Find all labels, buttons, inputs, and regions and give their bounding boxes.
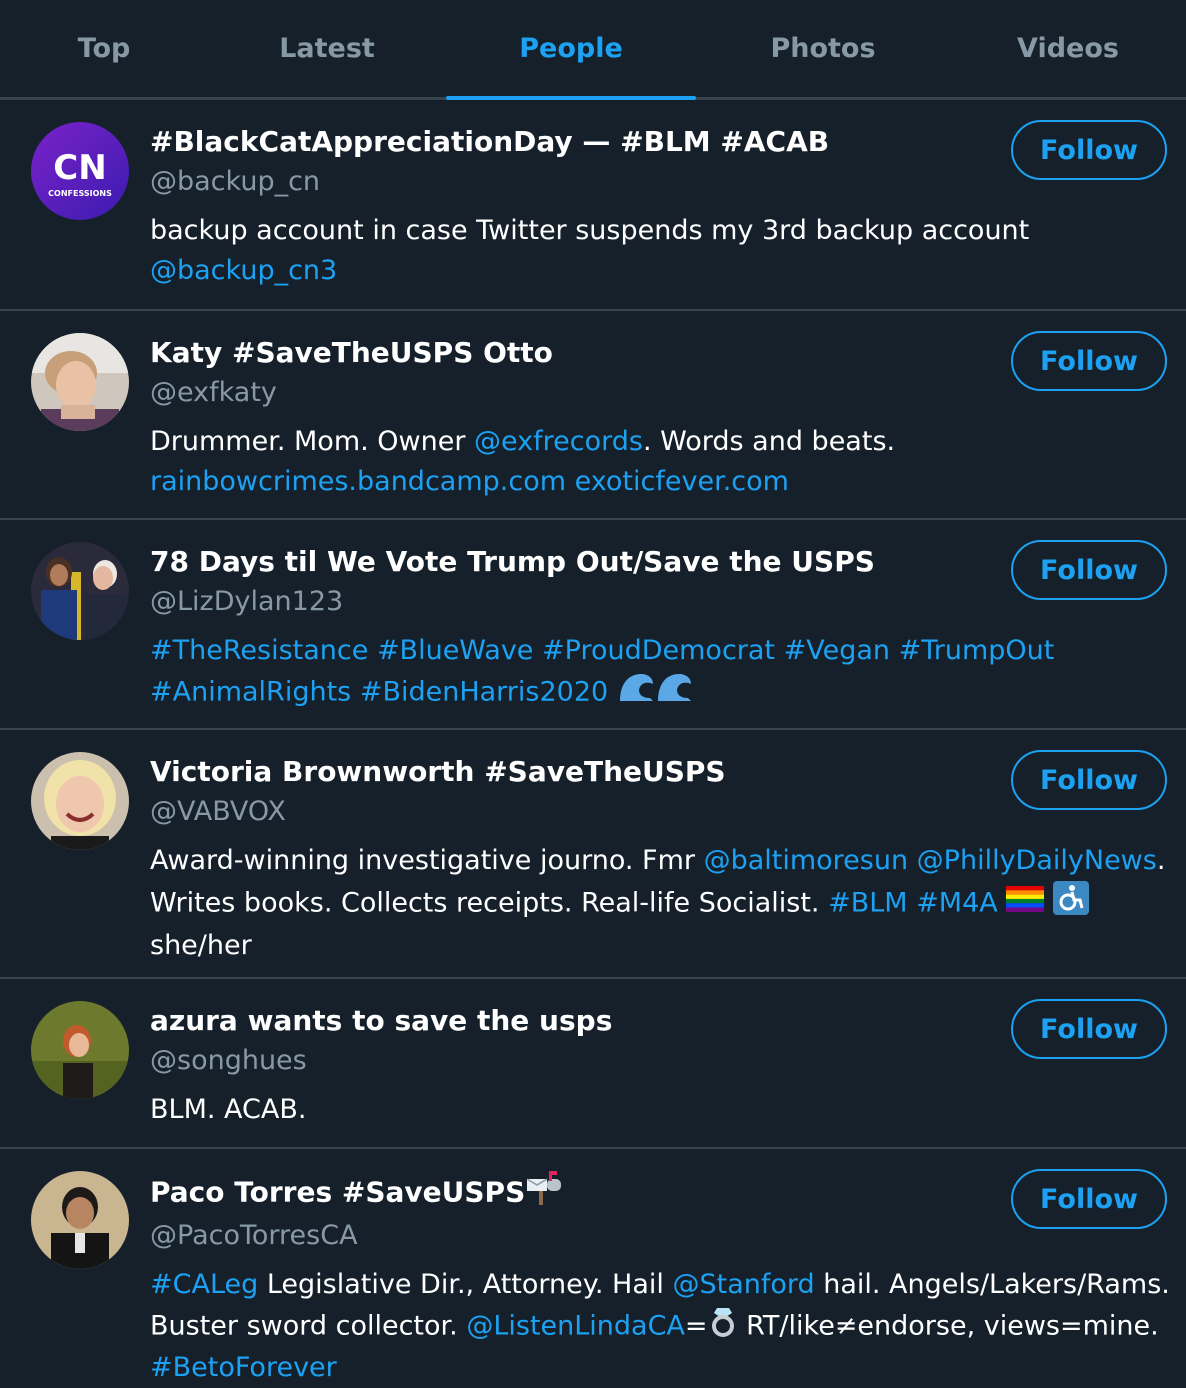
user-bio: Award-winning investigative journo. Fmr …: [150, 845, 1166, 961]
hashtag-link[interactable]: #TrumpOut: [899, 635, 1055, 666]
mention-link[interactable]: @baltimoresun: [704, 845, 909, 876]
hashtag-link[interactable]: #BidenHarris2020: [360, 676, 608, 707]
user-handle[interactable]: @LizDylan123: [150, 582, 1150, 621]
user-handle[interactable]: @VABVOX: [150, 792, 1150, 831]
mention-link[interactable]: @Stanford: [672, 1269, 814, 1300]
user-info: Katy #SaveTheUSPS Otto @exfkaty Drummer.…: [150, 333, 1150, 501]
avatar[interactable]: [31, 333, 129, 431]
mention-link[interactable]: @ListenLindaCA: [466, 1310, 685, 1341]
hashtag-link[interactable]: #TheResistance: [150, 635, 368, 666]
mention-link[interactable]: @PhillyDailyNews: [917, 845, 1157, 876]
follow-button[interactable]: Follow: [1011, 1169, 1167, 1229]
follow-button[interactable]: Follow: [1011, 540, 1167, 600]
wheelchair-icon: [1052, 880, 1089, 927]
hashtag-link[interactable]: #AnimalRights: [150, 676, 351, 707]
tab-people[interactable]: People: [446, 0, 696, 100]
hashtag-link[interactable]: #Vegan: [784, 635, 890, 666]
rainbow-flag-icon: [1006, 884, 1045, 924]
mention-link[interactable]: @backup_cn3: [150, 255, 337, 286]
user-row[interactable]: azura wants to save the usps @songhues B…: [0, 979, 1186, 1149]
follow-button[interactable]: Follow: [1011, 999, 1167, 1059]
user-handle[interactable]: @backup_cn: [150, 162, 1150, 201]
user-handle[interactable]: @PacoTorresCA: [150, 1216, 1150, 1255]
hashtag-link[interactable]: #M4A: [916, 887, 998, 918]
user-info: Victoria Brownworth #SaveTheUSPS @VABVOX…: [150, 752, 1166, 966]
ring-icon: [708, 1305, 738, 1349]
avatar[interactable]: CN CONFESSIONS: [31, 122, 129, 220]
user-bio: backup account in case Twitter suspends …: [150, 215, 1030, 286]
user-row[interactable]: Victoria Brownworth #SaveTheUSPS @VABVOX…: [0, 730, 1186, 979]
tab-videos[interactable]: Videos: [950, 0, 1186, 97]
tab-photos[interactable]: Photos: [696, 0, 950, 97]
user-bio: Drummer. Mom. Owner @exfrecords. Words a…: [150, 426, 896, 497]
hashtag-link[interactable]: #BlueWave: [377, 635, 533, 666]
user-row[interactable]: Paco Torres #SaveUSPS @PacoTorresCA #CAL…: [0, 1149, 1186, 1383]
mention-link[interactable]: @exfrecords: [474, 426, 643, 457]
user-name[interactable]: #BlackCatAppreciationDay — #BLM #ACAB: [150, 122, 1150, 162]
hashtag-link[interactable]: #BetoForever: [150, 1352, 337, 1383]
avatar[interactable]: [31, 1171, 129, 1269]
follow-button[interactable]: Follow: [1011, 331, 1167, 391]
user-row[interactable]: Katy #SaveTheUSPS Otto @exfkaty Drummer.…: [0, 311, 1186, 520]
user-info: azura wants to save the usps @songhues B…: [150, 1001, 1150, 1130]
user-bio: BLM. ACAB.: [150, 1094, 307, 1125]
hashtag-link[interactable]: #BLM: [828, 887, 907, 918]
tab-top[interactable]: Top: [0, 0, 208, 97]
avatar[interactable]: [31, 542, 129, 640]
hashtag-link[interactable]: #ProudDemocrat: [542, 635, 775, 666]
user-info: 78 Days til We Vote Trump Out/Save the U…: [150, 542, 1150, 714]
search-tabs: Top Latest People Photos Videos: [0, 0, 1186, 100]
avatar[interactable]: [31, 1001, 129, 1099]
url-link[interactable]: rainbowcrimes.bandcamp.com: [150, 466, 566, 497]
user-bio: #TheResistance #BlueWave #ProudDemocrat …: [150, 631, 1150, 714]
user-row[interactable]: CN CONFESSIONS #BlackCatAppreciationDay …: [0, 100, 1186, 311]
user-handle[interactable]: @songhues: [150, 1041, 1150, 1080]
user-name[interactable]: Katy #SaveTheUSPS Otto: [150, 333, 1150, 373]
follow-button[interactable]: Follow: [1011, 120, 1167, 180]
svg-text:CN: CN: [53, 148, 106, 188]
user-info: #BlackCatAppreciationDay — #BLM #ACAB @b…: [150, 122, 1150, 290]
user-row[interactable]: 78 Days til We Vote Trump Out/Save the U…: [0, 520, 1186, 730]
follow-button[interactable]: Follow: [1011, 750, 1167, 810]
svg-text:CONFESSIONS: CONFESSIONS: [48, 189, 112, 198]
user-name[interactable]: 78 Days til We Vote Trump Out/Save the U…: [150, 542, 1150, 582]
mailbox-icon: [525, 1171, 563, 1216]
user-info: Paco Torres #SaveUSPS @PacoTorresCA #CAL…: [150, 1171, 1170, 1388]
avatar[interactable]: [31, 752, 129, 850]
user-bio: #CALeg Legislative Dir., Attorney. Hail …: [150, 1269, 1170, 1383]
user-name[interactable]: azura wants to save the usps: [150, 1001, 1150, 1041]
tab-latest[interactable]: Latest: [208, 0, 446, 97]
user-name[interactable]: Victoria Brownworth #SaveTheUSPS: [150, 752, 1150, 792]
user-handle[interactable]: @exfkaty: [150, 373, 1150, 412]
hashtag-link[interactable]: #CALeg: [150, 1269, 258, 1300]
user-name[interactable]: Paco Torres #SaveUSPS: [150, 1171, 1150, 1216]
url-link[interactable]: exoticfever.com: [575, 466, 789, 497]
wave-emoji-icon: [617, 671, 695, 715]
